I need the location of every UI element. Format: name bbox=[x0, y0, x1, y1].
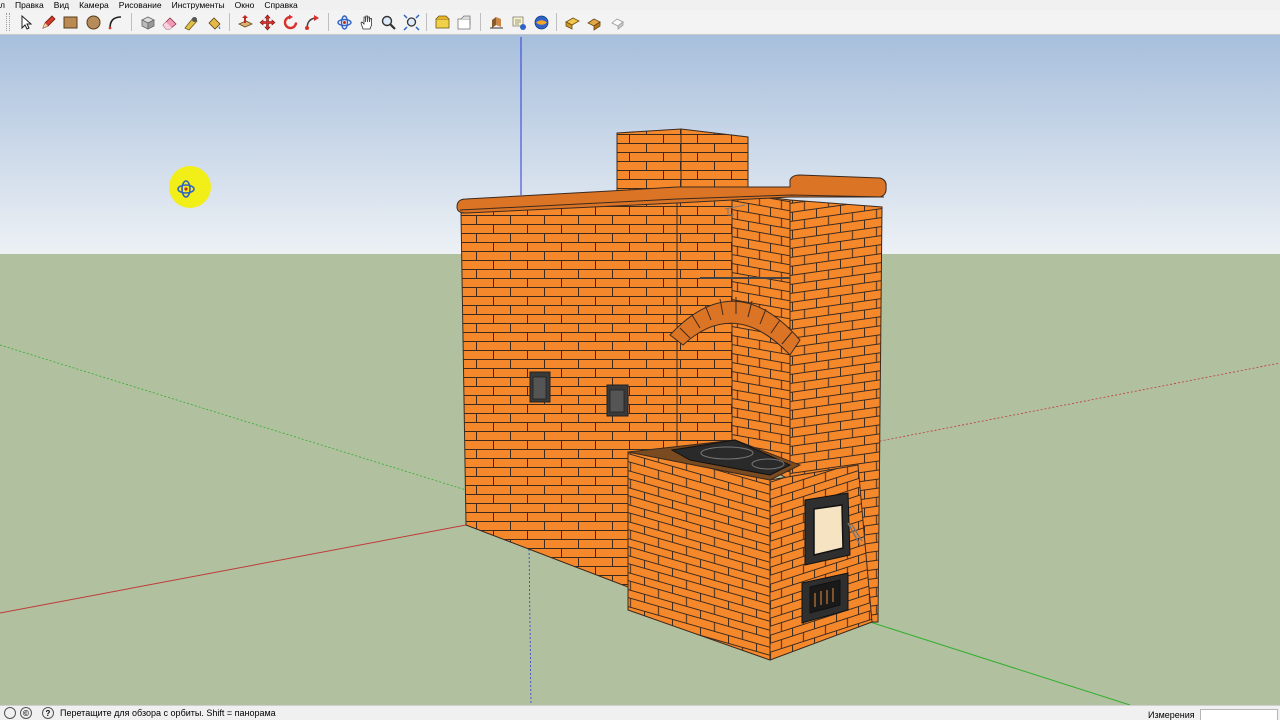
orbit-icon bbox=[336, 14, 352, 30]
toolbar-separator bbox=[426, 13, 428, 31]
status-bar: © ? Перетащите для обзора с орбиты. Shif… bbox=[0, 705, 1280, 720]
help-icon[interactable]: ? bbox=[42, 707, 54, 719]
circle-tool-button[interactable] bbox=[83, 12, 103, 32]
shadows-tool-button[interactable] bbox=[607, 12, 627, 32]
share-icon bbox=[458, 15, 471, 29]
warehouse-icon bbox=[435, 15, 450, 28]
rotate-tool-button[interactable] bbox=[280, 12, 300, 32]
arrow-icon bbox=[21, 14, 33, 30]
push-pull-icon bbox=[238, 14, 254, 27]
menu-help[interactable]: Справка bbox=[259, 0, 302, 10]
toolbar-separator bbox=[556, 13, 558, 31]
hand-icon bbox=[360, 15, 372, 29]
follow-me-icon bbox=[305, 14, 320, 30]
zoom-extents-tool-button[interactable] bbox=[401, 12, 421, 32]
pencil-tool-button[interactable] bbox=[39, 12, 59, 32]
measurements-input[interactable] bbox=[1200, 709, 1278, 720]
share-model-tool-button[interactable] bbox=[455, 12, 475, 32]
arc-icon bbox=[108, 15, 122, 29]
components-icon bbox=[512, 16, 527, 30]
magnifier-icon bbox=[382, 15, 397, 30]
layout-tool-button[interactable] bbox=[562, 12, 582, 32]
move-tool-button[interactable] bbox=[258, 12, 278, 32]
rotate-icon bbox=[283, 14, 298, 29]
move-icon bbox=[259, 14, 276, 30]
extension-icon bbox=[534, 15, 548, 29]
menu-edit[interactable]: Правка bbox=[10, 0, 49, 10]
get-models-icon bbox=[489, 16, 503, 28]
tape-measure-tool-button[interactable] bbox=[182, 12, 202, 32]
toolbar-separator bbox=[480, 13, 482, 31]
toolbar-grip[interactable] bbox=[6, 13, 10, 31]
shadow-icon bbox=[610, 18, 624, 30]
circle-icon bbox=[86, 15, 101, 29]
chimney-block bbox=[616, 128, 749, 194]
select-tool-button[interactable] bbox=[16, 12, 36, 32]
toolbar-separator bbox=[327, 13, 329, 31]
modeling-viewport[interactable] bbox=[0, 35, 1280, 705]
component-icon bbox=[140, 16, 155, 30]
menu-view[interactable]: Вид bbox=[49, 0, 74, 10]
toolbar-separator bbox=[229, 13, 231, 31]
scene-canvas[interactable] bbox=[0, 35, 1280, 705]
follow-me-tool-button[interactable] bbox=[303, 12, 323, 32]
menu-file[interactable]: л bbox=[0, 0, 10, 10]
zoom-extents-icon bbox=[403, 13, 420, 31]
zoom-tool-button[interactable] bbox=[379, 12, 399, 32]
menu-tools[interactable]: Инструменты bbox=[167, 0, 230, 10]
toolbar-separator bbox=[130, 13, 132, 31]
arc-tool-button[interactable] bbox=[106, 12, 126, 32]
orbit-tool-button[interactable] bbox=[334, 12, 354, 32]
pencil-icon bbox=[42, 14, 56, 29]
orbit-cursor bbox=[169, 166, 211, 208]
rectangle-tool-button[interactable] bbox=[61, 12, 81, 32]
extension-tool-button[interactable] bbox=[531, 12, 551, 32]
damper-door-1[interactable] bbox=[529, 371, 551, 403]
status-hint: Перетащите для обзора с орбиты. Shift = … bbox=[60, 708, 276, 718]
styles-tool-button[interactable] bbox=[585, 12, 605, 32]
paint-bucket-icon bbox=[208, 16, 221, 30]
menu-camera[interactable]: Камера bbox=[74, 0, 114, 10]
paint-bucket-tool-button[interactable] bbox=[204, 12, 224, 32]
get-models-tool-button[interactable] bbox=[486, 12, 506, 32]
pan-tool-button[interactable] bbox=[356, 12, 376, 32]
eraser-icon bbox=[162, 16, 177, 29]
menu-bar: л Правка Вид Камера Рисование Инструмент… bbox=[0, 0, 1280, 10]
rectangle-icon bbox=[63, 16, 78, 28]
measurements-label: Измерения bbox=[1148, 710, 1195, 720]
main-toolbar bbox=[0, 10, 1280, 35]
menu-window[interactable]: Окно bbox=[230, 0, 260, 10]
menu-draw[interactable]: Рисование bbox=[114, 0, 167, 10]
push-pull-tool-button[interactable] bbox=[236, 12, 256, 32]
styles-icon bbox=[587, 18, 602, 31]
make-component-tool-button[interactable] bbox=[137, 12, 157, 32]
credits-icon[interactable]: © bbox=[20, 707, 32, 719]
components-tool-button[interactable] bbox=[509, 12, 529, 32]
warehouse-tool-button[interactable] bbox=[433, 12, 453, 32]
layout-icon bbox=[565, 17, 580, 30]
eraser-tool-button[interactable] bbox=[159, 12, 179, 32]
geolocation-icon[interactable] bbox=[4, 707, 16, 719]
damper-door-2[interactable] bbox=[606, 384, 629, 417]
tape-icon bbox=[184, 16, 198, 30]
